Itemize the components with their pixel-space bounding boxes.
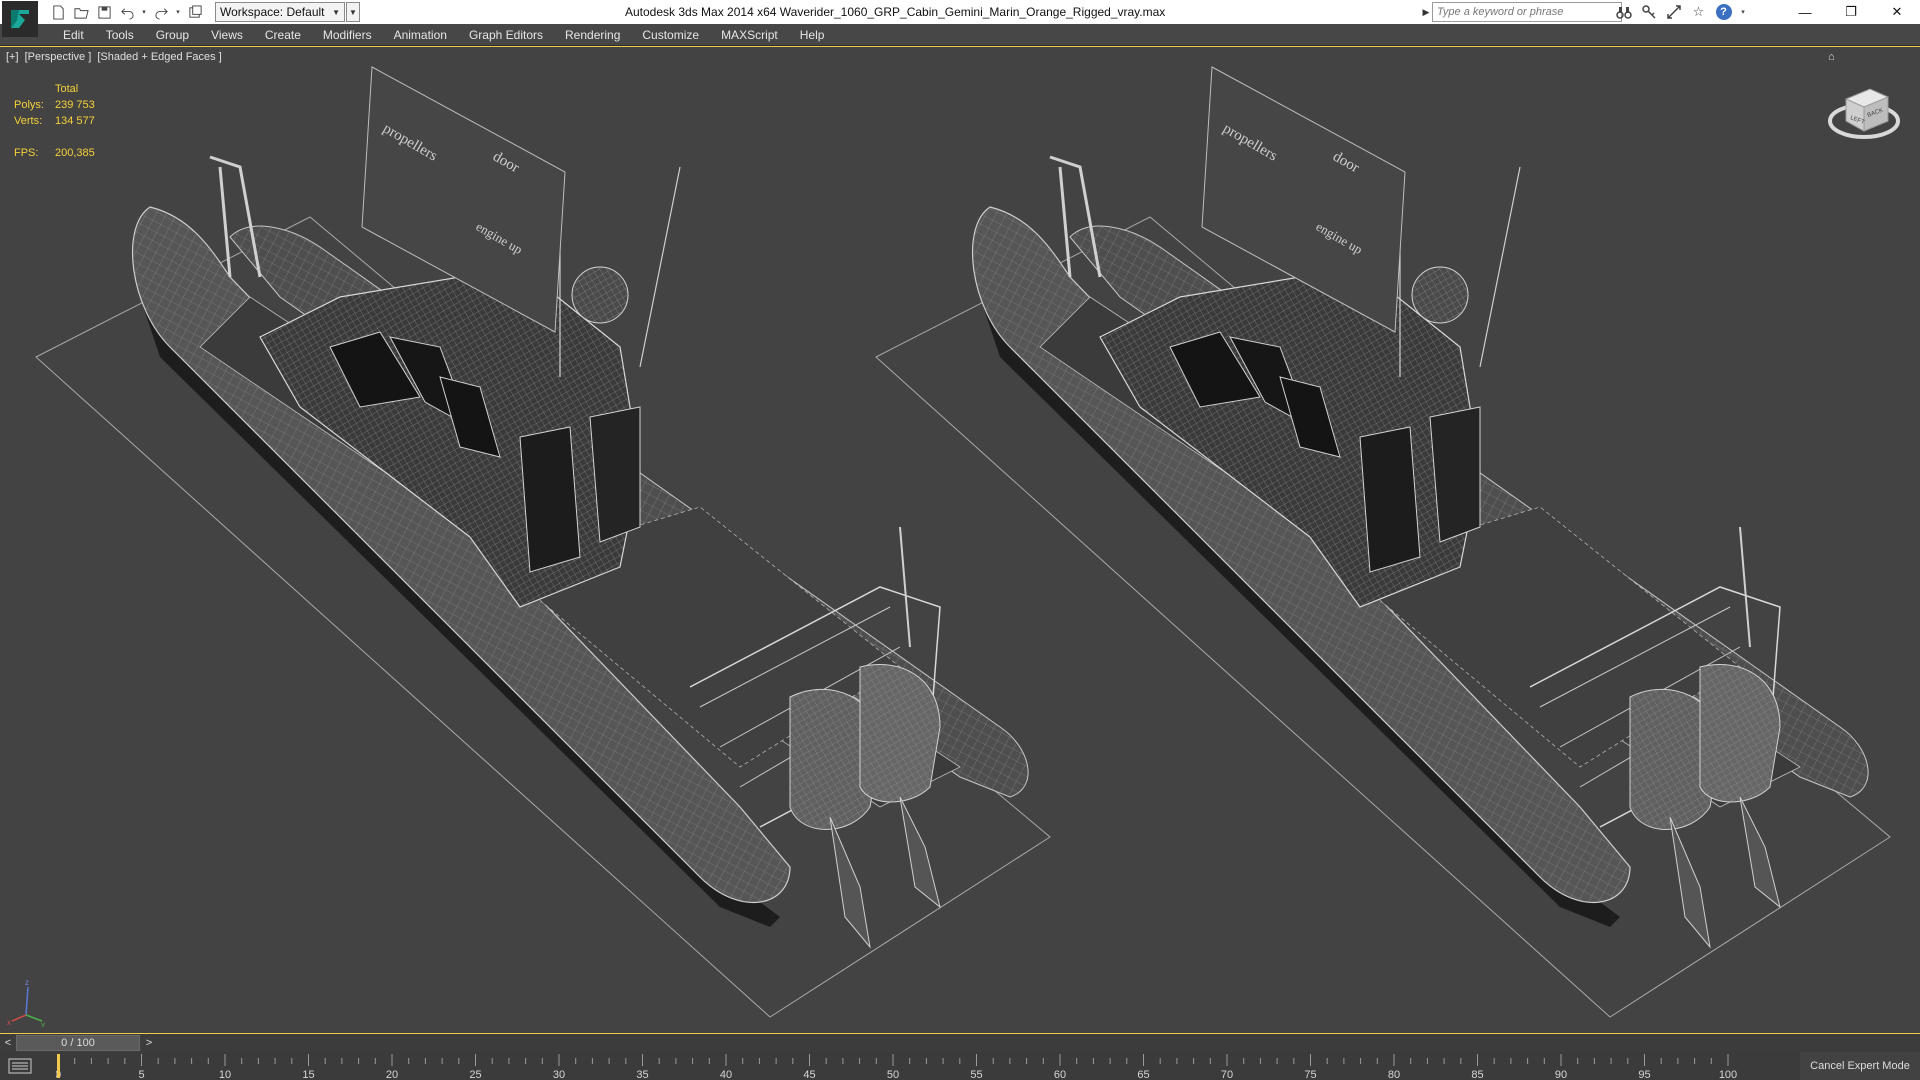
time-slider[interactable]: 0 / 100 [16,1035,140,1051]
timeline-playhead[interactable] [57,1054,60,1078]
timeline-tick-label: 95 [1638,1069,1650,1080]
viewport-statistics: Total Polys: 239 753 Verts: 134 577 FPS: 20… [14,81,95,161]
scene-wireframe: propellers door engine up propellers doo… [34,65,1892,1019]
timeline-tick-label: 65 [1137,1069,1149,1080]
menu-modifiers[interactable]: Modifiers [312,24,383,46]
timeline-tick-label: 5 [138,1069,144,1080]
exchange-apps-icon[interactable] [1664,2,1683,21]
menu-views[interactable]: Views [200,24,254,46]
stats-fps-value: 200,385 [55,147,95,159]
timeline-tick-label: 70 [1221,1069,1233,1080]
window-controls: — ❐ ✕ [1782,0,1920,24]
key-icon[interactable] [1639,2,1658,21]
axis-tripod-icon: z x y [7,978,45,1027]
viewport-pov-label[interactable]: [Perspective ] [25,51,92,63]
timeline-tick-label: 40 [720,1069,732,1080]
toolbar-overflow-icon[interactable]: ▼ [346,2,360,22]
binoculars-icon[interactable] [1614,2,1633,21]
menu-maxscript[interactable]: MAXScript [710,24,789,46]
menu-create[interactable]: Create [254,24,312,46]
cancel-expert-mode-button[interactable]: Cancel Expert Mode [1800,1052,1920,1080]
svg-text:y: y [41,1020,45,1027]
help-icon[interactable]: ? [1714,2,1733,21]
timeline-tick-label: 20 [386,1069,398,1080]
new-file-icon[interactable] [48,2,68,22]
stats-fps-label: FPS: [14,147,39,159]
menu-edit[interactable]: Edit [52,24,95,46]
menu-animation[interactable]: Animation [383,24,458,46]
menu-graph-editors[interactable]: Graph Editors [458,24,554,46]
close-icon[interactable]: ✕ [1874,0,1920,24]
help-dropdown-icon[interactable]: ▾ [1739,2,1747,21]
timeline-tick-label: 30 [553,1069,565,1080]
time-prev-button[interactable]: < [0,1035,16,1051]
timeline-tick-label: 75 [1304,1069,1316,1080]
timeline-tick-label: 25 [469,1069,481,1080]
viewcube[interactable]: LEFT BACK [1826,75,1902,151]
star-icon[interactable]: ☆ [1689,2,1708,21]
timeline-track[interactable]: 0510152025303540455055606570758085909510… [56,1052,1746,1080]
workspace-selector[interactable]: Workspace: Default ▼ [215,2,345,22]
undo-dropdown-icon[interactable]: ▾ [140,2,148,22]
menu-help[interactable]: Help [789,24,836,46]
timeline-tick-label: 100 [1719,1069,1737,1080]
svg-text:x: x [7,1018,11,1027]
timeline-tick-label: 85 [1471,1069,1483,1080]
menu-rendering[interactable]: Rendering [554,24,631,46]
viewport-menu-plus[interactable]: [+] [6,51,19,63]
app-menu-button[interactable] [2,1,38,37]
perspective-viewport[interactable]: propellers door engine up propellers doo… [0,46,1920,1034]
menu-group[interactable]: Group [145,24,200,46]
workspace-label: Workspace: Default [220,5,325,19]
save-file-icon[interactable] [94,2,114,22]
timeline-tick-label: 45 [803,1069,815,1080]
search-input[interactable] [1432,2,1622,22]
timeline-tick-label: 80 [1388,1069,1400,1080]
window-title: Autodesk 3ds Max 2014 x64 Waverider_1060… [625,5,1166,19]
infocenter-tools: ☆ ? ▾ [1614,2,1747,21]
time-slider-bar: < 0 / 100 > [0,1034,1920,1052]
search-expand-icon[interactable]: ▶ [1420,2,1432,22]
svg-text:z: z [25,978,29,987]
stats-total-header: Total [55,83,79,95]
timeline-tick-label: 55 [970,1069,982,1080]
minimize-icon[interactable]: — [1782,0,1828,24]
timeline-tick-label: 50 [887,1069,899,1080]
undo-icon[interactable] [117,2,137,22]
timeline-tick-label: 10 [219,1069,231,1080]
quick-access-toolbar: ▾ ▾ [48,2,205,22]
redo-dropdown-icon[interactable]: ▾ [174,2,182,22]
timeline-tick-label: 15 [302,1069,314,1080]
timeline-tick-label: 90 [1555,1069,1567,1080]
home-icon[interactable]: ⌂ [1828,51,1835,63]
stats-polys-label: Polys: [14,99,44,111]
timeline-tick-label: 60 [1054,1069,1066,1080]
stats-verts-value: 134 577 [55,115,95,127]
viewport-shading-label[interactable]: [Shaded + Edged Faces ] [97,51,221,63]
redo-icon[interactable] [151,2,171,22]
timeline-tick-label: 35 [636,1069,648,1080]
stats-polys-value: 239 753 [55,99,95,111]
restore-icon[interactable]: ❐ [1828,0,1874,24]
track-bar: 0510152025303540455055606570758085909510… [0,1052,1920,1080]
stats-verts-label: Verts: [14,115,43,127]
menu-bar: Edit Tools Group Views Create Modifiers … [0,24,1920,46]
infocenter-search: ▶ [1420,2,1622,22]
menu-customize[interactable]: Customize [631,24,710,46]
chevron-down-icon: ▼ [332,7,340,17]
project-folder-icon[interactable] [185,2,205,22]
title-bar: ▾ ▾ Workspace: Default ▼ ▼ Autodesk 3ds … [0,0,1920,37]
open-file-icon[interactable] [71,2,91,22]
viewport-label[interactable]: [+] [Perspective ] [Shaded + Edged Faces… [6,51,225,63]
time-next-button[interactable]: > [141,1035,157,1051]
3dsmax-logo-icon [11,10,29,28]
mini-curve-editor-icon[interactable] [8,1058,32,1074]
menu-tools[interactable]: Tools [95,24,145,46]
